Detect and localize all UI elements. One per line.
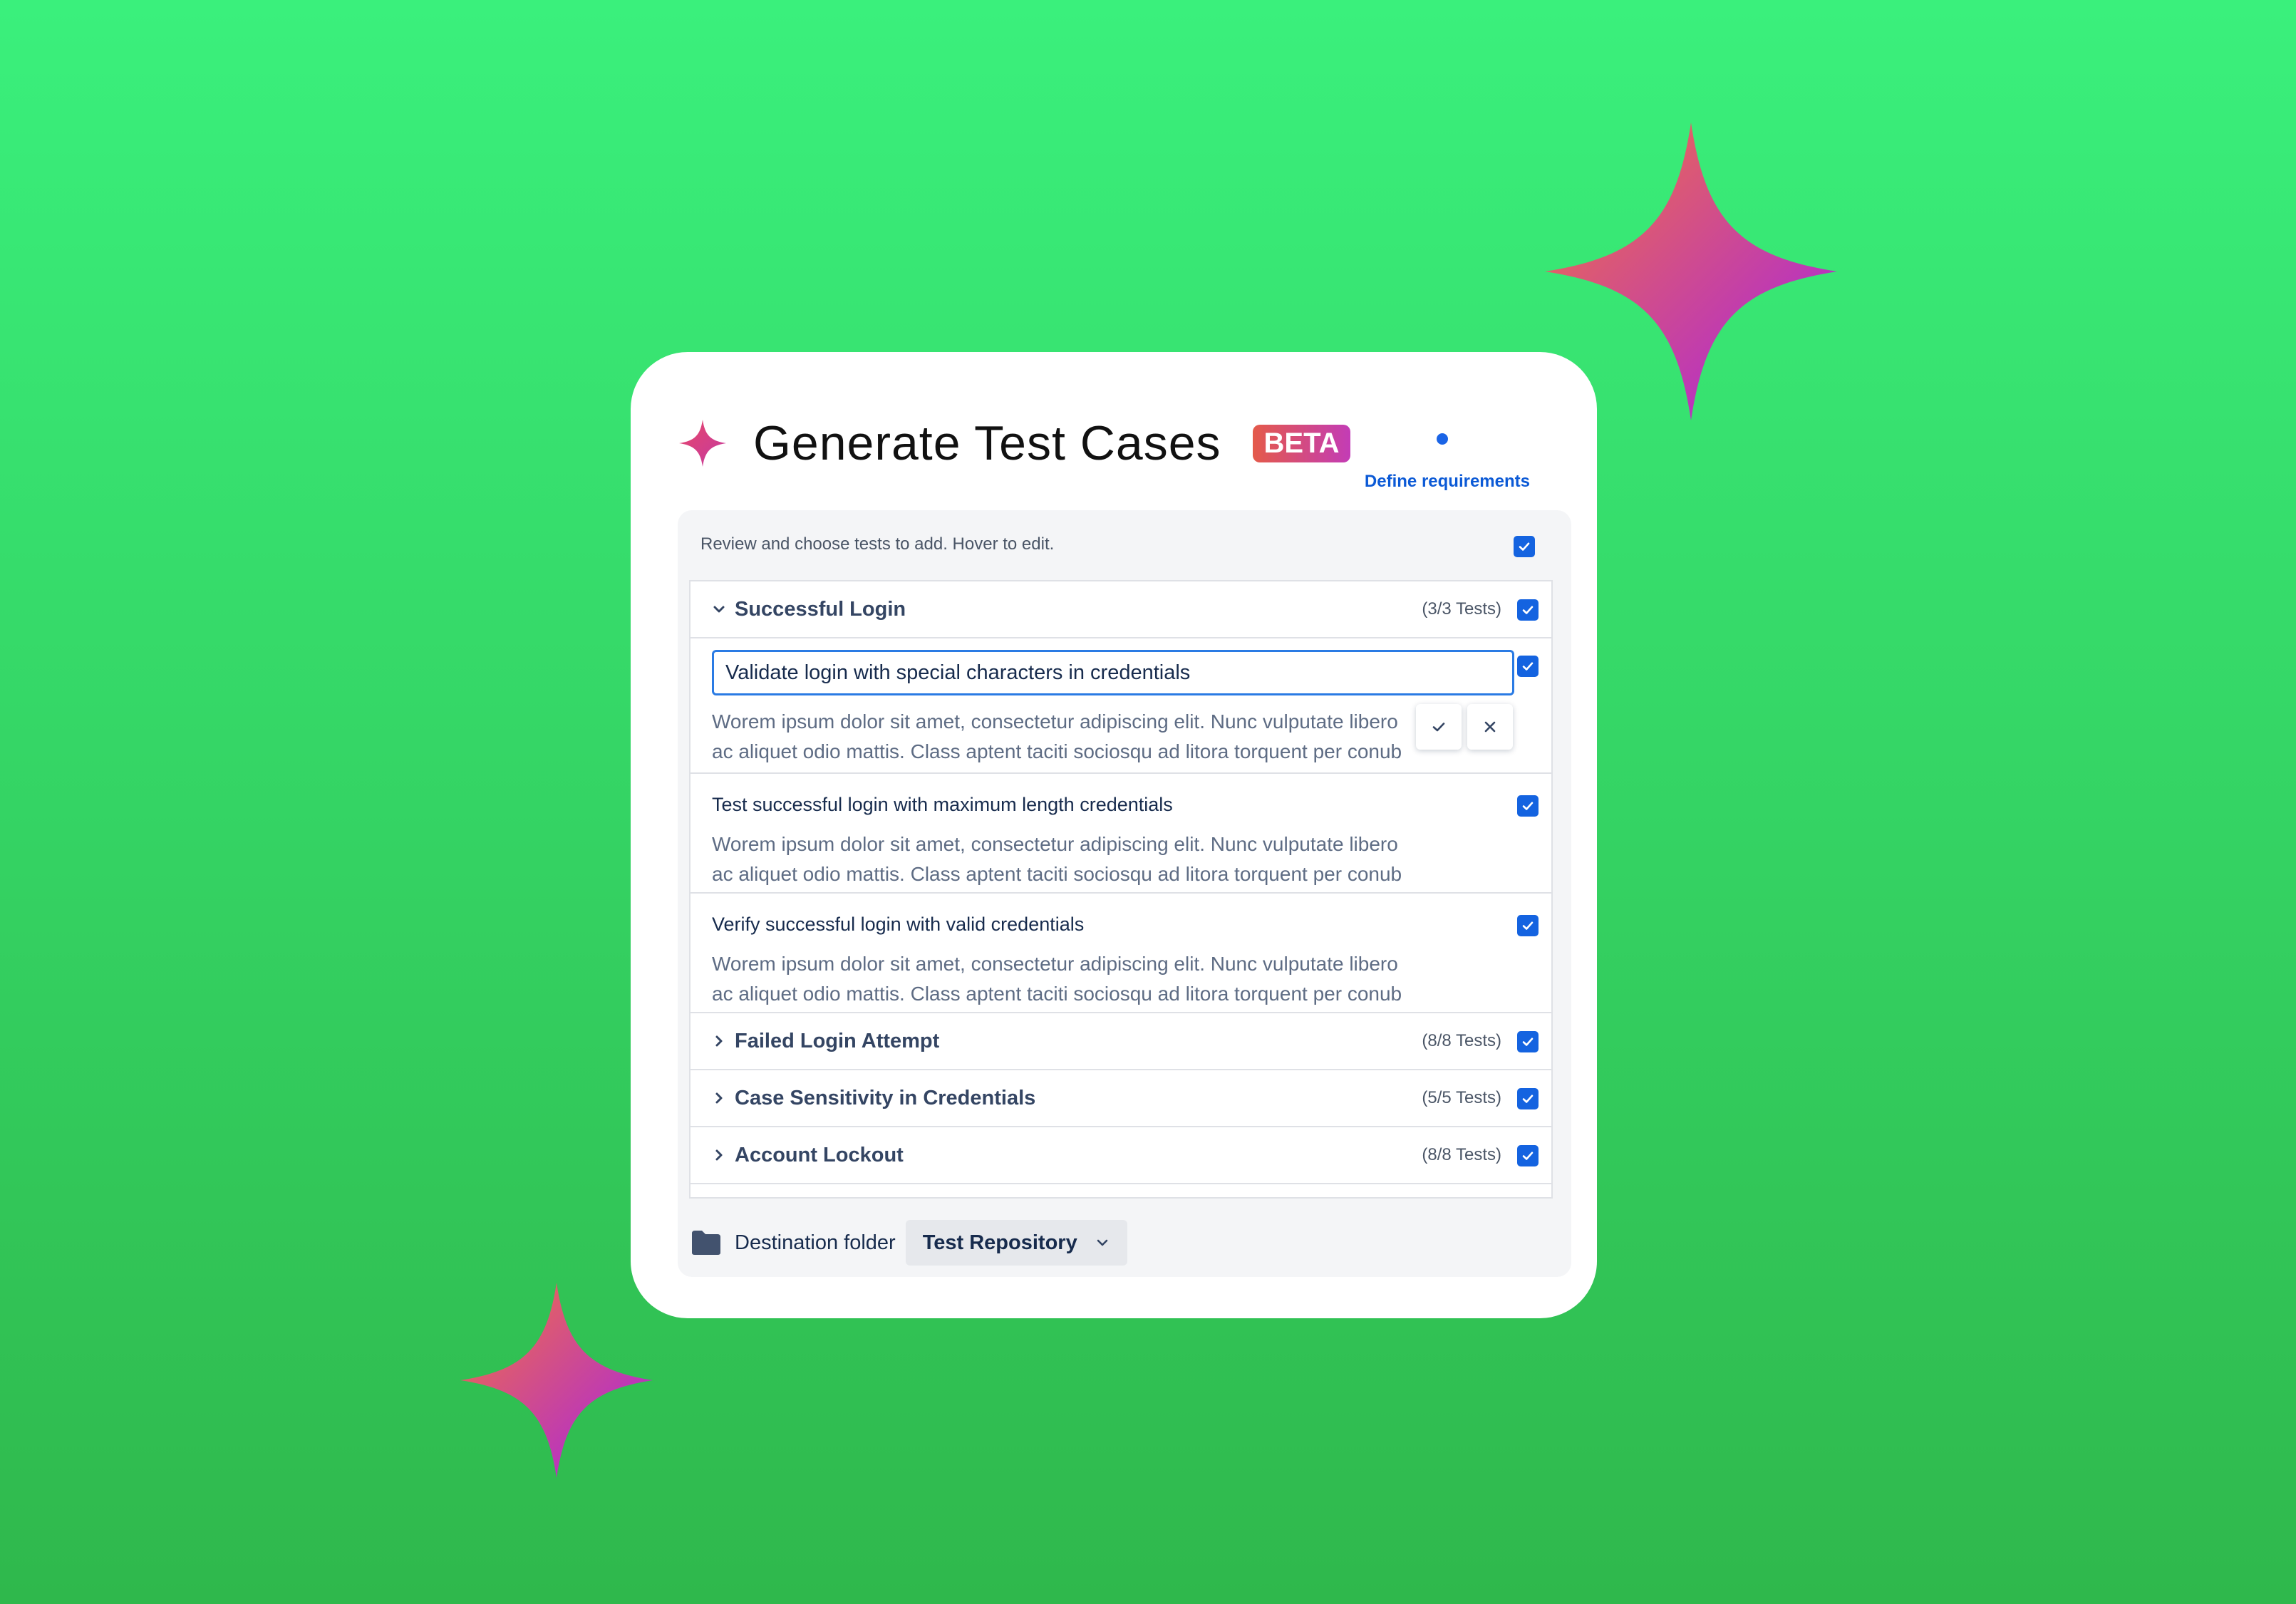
group-row-successful-login[interactable]: Successful Login (3/3 Tests) bbox=[691, 581, 1551, 638]
group-checkbox-case-sensitivity[interactable] bbox=[1517, 1088, 1539, 1109]
destination-footer: Destination folder Test Repository bbox=[691, 1220, 1127, 1266]
sparkle-icon bbox=[679, 420, 726, 467]
checkmark-icon bbox=[1519, 542, 1530, 551]
test-row[interactable]: Verify successful login with valid crede… bbox=[691, 894, 1551, 1013]
group-row-account-lockout[interactable]: Account Lockout (8/8 Tests) bbox=[691, 1127, 1551, 1184]
description-line: Worem ipsum dolor sit amet, consectetur … bbox=[712, 833, 1398, 855]
group-row-failed-login-attempt[interactable]: Failed Login Attempt (8/8 Tests) bbox=[691, 1013, 1551, 1070]
close-icon bbox=[1484, 721, 1496, 733]
edit-actions bbox=[1416, 704, 1513, 750]
test-title-input[interactable] bbox=[712, 650, 1514, 695]
test-description: Worem ipsum dolor sit amet, consectetur … bbox=[712, 829, 1467, 889]
group-checkbox-account-lockout[interactable] bbox=[1517, 1145, 1539, 1166]
chevron-down-icon bbox=[1097, 1239, 1108, 1246]
test-case-list: Successful Login (3/3 Tests) Worem ipsum… bbox=[689, 580, 1553, 1199]
description-line: ac aliquet odio mattis. Class aptent tac… bbox=[712, 983, 1402, 1005]
test-checkbox[interactable] bbox=[1517, 915, 1539, 936]
destination-folder-select[interactable]: Test Repository bbox=[905, 1220, 1127, 1266]
chevron-right-icon[interactable] bbox=[710, 1147, 728, 1164]
cancel-edit-button[interactable] bbox=[1467, 704, 1513, 750]
test-row[interactable]: Test successful login with maximum lengt… bbox=[691, 774, 1551, 894]
destination-folder-value: Test Repository bbox=[922, 1231, 1077, 1254]
test-checkbox[interactable] bbox=[1517, 656, 1539, 677]
group-count: (8/8 Tests) bbox=[1422, 1145, 1501, 1164]
checkmark-icon bbox=[1522, 1038, 1534, 1046]
indicator-dot bbox=[1437, 433, 1448, 445]
group-checkbox-successful-login[interactable] bbox=[1517, 599, 1539, 621]
group-count: (8/8 Tests) bbox=[1422, 1031, 1501, 1050]
checkmark-icon bbox=[1522, 662, 1534, 671]
checkmark-icon bbox=[1522, 1095, 1534, 1103]
test-row-editing[interactable]: Worem ipsum dolor sit amet, consectetur … bbox=[691, 638, 1551, 774]
checkmark-icon bbox=[1522, 1152, 1534, 1160]
large-sparkle-icon bbox=[1545, 123, 1837, 420]
review-hint: Review and choose tests to add. Hover to… bbox=[700, 534, 1055, 554]
destination-folder-label: Destination folder bbox=[735, 1231, 896, 1254]
test-title: Test successful login with maximum lengt… bbox=[712, 794, 1173, 815]
page-title: Generate Test Cases bbox=[753, 416, 1221, 470]
folder-icon bbox=[691, 1229, 722, 1256]
test-title: Verify successful login with valid crede… bbox=[712, 914, 1085, 935]
dialog-header: Generate Test Cases BETA bbox=[679, 400, 1351, 486]
chevron-right-icon[interactable] bbox=[710, 1090, 728, 1107]
small-sparkle-icon bbox=[460, 1283, 653, 1478]
checkmark-icon bbox=[1522, 921, 1534, 930]
test-description: Worem ipsum dolor sit amet, consectetur … bbox=[712, 707, 1467, 767]
chevron-down-icon[interactable] bbox=[710, 601, 728, 618]
test-description: Worem ipsum dolor sit amet, consectetur … bbox=[712, 949, 1467, 1009]
select-all-checkbox[interactable] bbox=[1514, 536, 1535, 557]
checkmark-icon bbox=[1522, 802, 1534, 810]
beta-badge: BETA bbox=[1252, 424, 1351, 462]
description-line: Worem ipsum dolor sit amet, consectetur … bbox=[712, 710, 1398, 733]
group-count: (3/3 Tests) bbox=[1422, 599, 1501, 619]
define-requirements-link[interactable]: Define requirements bbox=[1365, 472, 1530, 492]
group-name: Account Lockout bbox=[735, 1143, 904, 1166]
generate-test-cases-dialog: Generate Test Cases BETA Define requirem… bbox=[631, 352, 1597, 1318]
description-line: ac aliquet odio mattis. Class aptent tac… bbox=[712, 740, 1402, 762]
group-checkbox-failed-login-attempt[interactable] bbox=[1517, 1031, 1539, 1052]
description-line: Worem ipsum dolor sit amet, consectetur … bbox=[712, 953, 1398, 975]
checkmark-icon bbox=[1522, 606, 1534, 614]
group-name: Failed Login Attempt bbox=[735, 1029, 940, 1052]
test-checkbox[interactable] bbox=[1517, 795, 1539, 817]
group-row-case-sensitivity[interactable]: Case Sensitivity in Credentials (5/5 Tes… bbox=[691, 1070, 1551, 1127]
group-name: Successful Login bbox=[735, 597, 906, 621]
group-name: Case Sensitivity in Credentials bbox=[735, 1086, 1036, 1109]
check-icon bbox=[1432, 723, 1445, 732]
group-count: (5/5 Tests) bbox=[1422, 1088, 1501, 1107]
test-review-panel: Review and choose tests to add. Hover to… bbox=[678, 510, 1571, 1277]
confirm-edit-button[interactable] bbox=[1416, 704, 1462, 750]
description-line: ac aliquet odio mattis. Class aptent tac… bbox=[712, 863, 1402, 885]
chevron-right-icon[interactable] bbox=[710, 1033, 728, 1050]
